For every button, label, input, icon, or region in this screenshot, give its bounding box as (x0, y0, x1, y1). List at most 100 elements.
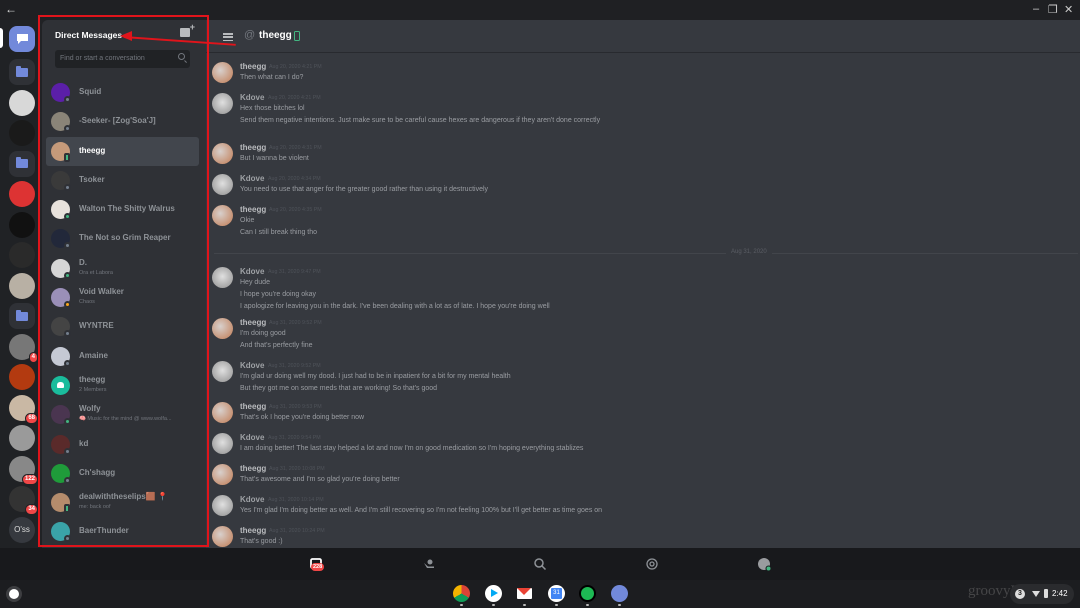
avatar[interactable] (212, 464, 233, 485)
close-button[interactable]: ✕ (1064, 3, 1073, 16)
status-offline-icon (64, 476, 71, 484)
server-icon[interactable] (9, 181, 35, 207)
launcher-button[interactable] (9, 589, 19, 599)
dm-item[interactable]: Amaine (46, 342, 199, 371)
search-tab[interactable] (533, 557, 547, 571)
dm-item[interactable]: WYNTRE (46, 312, 199, 341)
server-folder[interactable] (9, 303, 35, 329)
chat-bubble-icon (16, 34, 28, 44)
dm-status-text: Ora et Labora (79, 269, 113, 276)
dm-item[interactable]: BaerThunder (46, 517, 199, 546)
avatar[interactable] (212, 495, 233, 516)
avatar[interactable] (212, 93, 233, 114)
dm-search-input[interactable]: Find or start a conversation (55, 50, 190, 68)
dm-item[interactable]: Void Walker Chaos (46, 283, 199, 312)
notification-count: 3 (1015, 589, 1025, 599)
message-author[interactable]: theegg (240, 526, 266, 535)
dm-item[interactable]: -Seeker- [Zog'Soa'J] (46, 107, 199, 136)
new-dm-icon[interactable] (180, 22, 195, 37)
status-offline-icon (64, 330, 71, 338)
home-button[interactable] (9, 26, 35, 52)
chrome-app-icon[interactable] (453, 585, 470, 602)
message-author[interactable]: Kdove (240, 495, 264, 504)
server-icon[interactable]: 4 (9, 333, 38, 363)
spotify-app-icon[interactable] (579, 585, 596, 602)
dm-item[interactable]: Wolfy 🧠 Music for the mind @ www.wolfa... (46, 400, 199, 429)
message-author[interactable]: Kdove (240, 174, 264, 183)
restore-button[interactable]: ❐ (1048, 3, 1058, 16)
avatar[interactable] (212, 205, 233, 226)
server-icon[interactable] (9, 120, 35, 146)
hamburger-menu-icon[interactable] (223, 33, 233, 42)
server-icon[interactable] (9, 272, 35, 299)
server-icon[interactable] (9, 425, 35, 451)
avatar[interactable] (212, 402, 233, 423)
message-timestamp: Aug 31, 2020 10:08 PM (269, 466, 325, 472)
friends-tab[interactable] (421, 557, 435, 571)
title-bar: ← – ❐ ✕ (0, 0, 1080, 20)
message-text: Okie (240, 217, 255, 224)
message-author[interactable]: theegg (240, 402, 266, 411)
avatar[interactable] (212, 433, 233, 454)
server-icon[interactable]: O'ss (9, 516, 35, 543)
message-timestamp: Aug 31, 2020 9:52 PM (269, 320, 322, 326)
message-author[interactable]: theegg (240, 205, 266, 214)
avatar[interactable] (212, 62, 233, 83)
gmail-app-icon[interactable] (516, 585, 533, 602)
server-folder[interactable] (9, 150, 35, 177)
message-author[interactable]: Kdove (240, 93, 264, 102)
avatar[interactable] (212, 361, 233, 382)
dm-item[interactable]: Squid (46, 78, 199, 107)
server-folder[interactable] (9, 59, 35, 85)
minimize-button[interactable]: – (1033, 3, 1039, 15)
profile-tab[interactable] (757, 557, 772, 572)
dm-item[interactable]: Walton The Shitty Walrus (46, 195, 199, 224)
message-author[interactable]: theegg (240, 318, 266, 327)
date-divider-label: Aug 31, 2020 (726, 249, 772, 255)
dm-item[interactable]: dealwiththeselips🟫 📍 me: back oof (46, 488, 199, 517)
dm-item[interactable]: theegg (46, 136, 199, 166)
message-author[interactable]: theegg (240, 62, 266, 71)
avatar[interactable] (212, 143, 233, 164)
mentions-tab[interactable] (645, 557, 659, 571)
dm-item[interactable]: D. Ora et Labora (46, 254, 199, 283)
search-icon (534, 558, 547, 571)
dm-item[interactable]: The Not so Grim Reaper (46, 224, 199, 253)
server-icon[interactable] (9, 89, 35, 116)
server-icon[interactable] (9, 211, 35, 238)
avatar[interactable] (212, 526, 233, 547)
discord-app-icon[interactable] (611, 585, 628, 602)
dm-item[interactable]: Tsoker (46, 166, 199, 195)
message-timestamp: Aug 20, 2020 4:21 PM (269, 64, 322, 70)
message-author[interactable]: Kdove (240, 267, 264, 276)
dm-item[interactable]: theegg 2 Members (46, 371, 199, 400)
avatar[interactable] (212, 174, 233, 195)
dm-sidebar: Direct Messages Find or start a conversa… (42, 20, 206, 548)
server-icon[interactable]: 122 (9, 455, 38, 485)
dm-name: D. (79, 257, 87, 267)
message-author[interactable]: theegg (240, 464, 266, 473)
status-online-icon (64, 213, 71, 221)
selected-indicator (0, 28, 3, 48)
server-icon[interactable]: 68 (9, 394, 38, 424)
back-arrow-icon[interactable]: ← (5, 2, 17, 16)
running-indicator (555, 604, 558, 606)
status-online-icon (64, 271, 71, 279)
server-icon[interactable] (9, 242, 35, 268)
server-icon[interactable]: 34 (9, 486, 38, 515)
message-timestamp: Aug 20, 2020 4:35 PM (269, 207, 322, 213)
dm-item[interactable]: kd (46, 430, 199, 459)
message-author[interactable]: Kdove (240, 433, 264, 442)
message-author[interactable]: Kdove (240, 361, 264, 370)
play-store-app-icon[interactable] (485, 585, 502, 602)
message-text: But they got me on some meds that are wo… (240, 385, 438, 392)
dm-item[interactable]: Ch'shagg (46, 459, 199, 488)
bottom-nav (0, 548, 1080, 580)
avatar[interactable] (212, 267, 233, 288)
server-icon[interactable] (9, 364, 35, 390)
message-author[interactable]: theegg (240, 143, 266, 152)
status-offline-icon (64, 96, 71, 103)
dm-name: kd (79, 438, 89, 448)
avatar[interactable] (212, 318, 233, 339)
calendar-app-icon[interactable]: 31 (548, 585, 565, 602)
